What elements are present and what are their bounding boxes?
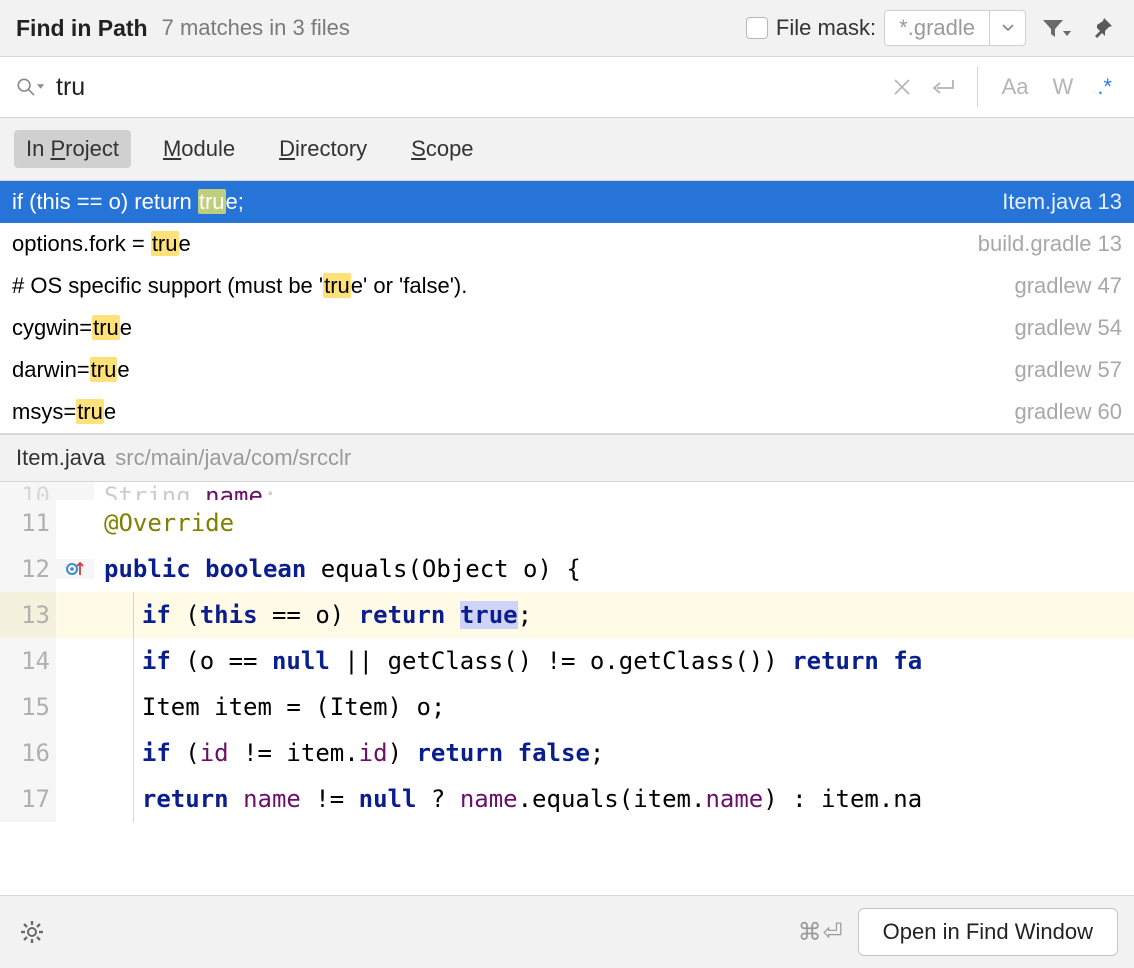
- result-row[interactable]: darwin=true gradlew 57: [0, 349, 1134, 391]
- match-case-toggle[interactable]: Aa: [996, 74, 1035, 100]
- file-mask-group: File mask: *.gradle: [746, 10, 1026, 46]
- result-line: 60: [1098, 399, 1122, 425]
- gutter-line: 14: [0, 638, 56, 684]
- result-row[interactable]: # OS specific support (must be 'true' or…: [0, 265, 1134, 307]
- search-icon[interactable]: [16, 73, 44, 101]
- gear-icon[interactable]: [16, 916, 48, 948]
- result-row[interactable]: options.fork = true build.gradle 13: [0, 223, 1134, 265]
- result-file: gradlew: [1014, 315, 1091, 341]
- file-mask-checkbox[interactable]: [746, 17, 768, 39]
- open-in-find-window-button[interactable]: Open in Find Window: [858, 908, 1118, 956]
- result-line: 54: [1098, 315, 1122, 341]
- result-row[interactable]: cygwin=true gradlew 54: [0, 307, 1134, 349]
- gutter-line: 15: [0, 684, 56, 730]
- result-file: gradlew: [1014, 273, 1091, 299]
- scope-tab-directory[interactable]: Directory: [267, 130, 379, 168]
- dialog-footer: ⌘⏎ Open in Find Window: [0, 895, 1134, 968]
- preview-header: Item.java src/main/java/com/srcclr: [0, 434, 1134, 482]
- file-mask-label: File mask:: [776, 15, 876, 41]
- result-row[interactable]: if (this == o) return true; Item.java 13: [0, 181, 1134, 223]
- result-line: 47: [1098, 273, 1122, 299]
- file-mask-value: *.gradle: [885, 15, 989, 41]
- dialog-title: Find in Path: [16, 15, 148, 42]
- chevron-down-icon[interactable]: [989, 10, 1025, 46]
- gutter-line: 11: [0, 500, 56, 546]
- regex-toggle[interactable]: .*: [1091, 74, 1118, 100]
- gutter-line: 17: [0, 776, 56, 822]
- scope-tab-scope[interactable]: Scope: [399, 130, 485, 168]
- gutter-line: 13: [0, 592, 56, 638]
- scope-tab-module[interactable]: Module: [151, 130, 247, 168]
- preview-path: src/main/java/com/srcclr: [115, 445, 351, 471]
- result-file: gradlew: [1014, 357, 1091, 383]
- result-line: 13: [1098, 231, 1122, 257]
- match-count: 7 matches in 3 files: [162, 15, 350, 41]
- result-file: Item.java: [1002, 189, 1091, 215]
- file-mask-select[interactable]: *.gradle: [884, 10, 1026, 46]
- preview-file: Item.java: [16, 445, 105, 471]
- search-row: Aa W .*: [0, 56, 1134, 118]
- filter-icon[interactable]: [1040, 12, 1072, 44]
- result-file: gradlew: [1014, 399, 1091, 425]
- scope-tab-project[interactable]: In Project: [14, 130, 131, 168]
- keyboard-hint: ⌘⏎: [798, 918, 844, 947]
- result-line: 57: [1098, 357, 1122, 383]
- results-list: if (this == o) return true; Item.java 13…: [0, 181, 1134, 434]
- scope-tabs: In Project Module Directory Scope: [0, 118, 1134, 181]
- dialog-header: Find in Path 7 matches in 3 files File m…: [0, 0, 1134, 56]
- code-preview[interactable]: 10 String name; 11 @Override 12 public b…: [0, 482, 1134, 895]
- gutter-line: 12: [0, 546, 56, 592]
- clear-icon[interactable]: [887, 72, 917, 102]
- gutter-line: 16: [0, 730, 56, 776]
- pin-icon[interactable]: [1086, 12, 1118, 44]
- search-input[interactable]: [56, 73, 875, 102]
- override-gutter-icon[interactable]: [56, 559, 94, 579]
- whole-word-toggle[interactable]: W: [1047, 74, 1080, 100]
- newline-icon[interactable]: [929, 72, 959, 102]
- result-row[interactable]: msys=true gradlew 60: [0, 391, 1134, 433]
- result-file: build.gradle: [978, 231, 1092, 257]
- result-line: 13: [1098, 189, 1122, 215]
